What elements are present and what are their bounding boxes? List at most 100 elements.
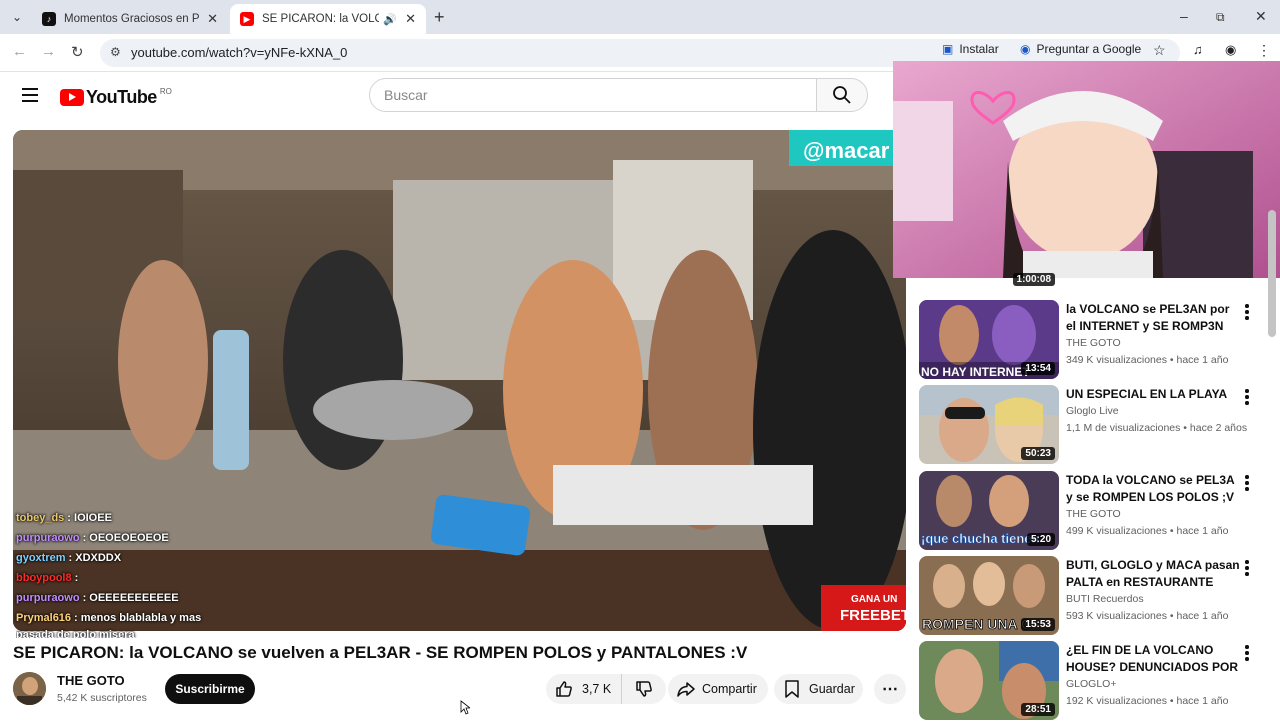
reload-icon[interactable]: ↻ [71, 43, 84, 61]
youtube-play-icon [60, 89, 84, 106]
audio-playing-icon[interactable]: 🔊 [383, 13, 397, 26]
more-options-icon[interactable] [1245, 304, 1249, 322]
video-meta: 349 K visualizaciones • hace 1 año [1066, 354, 1229, 366]
chat-line: Prymal616: menos blablabla y mas [16, 608, 201, 628]
media-control-icon[interactable]: ♫ [1193, 42, 1203, 57]
video-title-heading: SE PICARON: la VOLCANO se vuelven a PEL3… [13, 643, 748, 662]
duration-badge: 1:00:08 [1012, 273, 1055, 286]
duration-badge: 5:20 [1026, 533, 1055, 546]
share-button[interactable]: Compartir [668, 674, 768, 704]
chat-message: pasada de polo misera [16, 629, 135, 638]
dislike-button[interactable] [622, 674, 666, 704]
youtube-wordmark: YouTube [86, 87, 157, 107]
thumbnail-caption: NO HAY INTERNET [921, 365, 1030, 379]
video-thumbnail[interactable]: 50:23 [919, 385, 1059, 464]
video-title[interactable]: ¿EL FIN DE LA VOLCANO HOUSE? DENUNCIADOS… [1066, 642, 1242, 676]
ask-google-button[interactable]: ◉ Preguntar a Google [1020, 42, 1141, 56]
thumbnail-caption: ROMPEN UNA C [922, 616, 1031, 632]
chat-line: purpuraowo: OEEEEEEEEEEE [16, 588, 201, 608]
restore-icon[interactable]: ⧉ [1216, 10, 1225, 25]
hamburger-menu-icon[interactable] [22, 88, 38, 106]
video-thumbnail[interactable]: ROMPEN UNA C 15:53 [919, 556, 1059, 635]
chat-message: : OEOEOEOEOE [82, 532, 169, 544]
video-meta: 1,1 M de visualizaciones • hace 2 años [1066, 422, 1248, 434]
save-label: Guardar [809, 682, 855, 696]
channel-name[interactable]: Gloglo Live [1066, 405, 1119, 417]
channel-name[interactable]: BUTI Recuerdos [1066, 593, 1144, 605]
bookmark-star-icon[interactable]: ☆ [1153, 42, 1166, 59]
video-title[interactable]: TODA la VOLCANO se PEL3A y se ROMPEN LOS… [1066, 472, 1242, 506]
channel-name[interactable]: THE GOTO [1066, 337, 1121, 349]
search-icon [833, 86, 851, 104]
chat-line: gyoxtrem: XDXDDX [16, 548, 201, 568]
share-label: Compartir [702, 682, 757, 696]
video-title[interactable]: la VOLCANO se PEL3AN por el INTERNET y S… [1066, 301, 1242, 335]
minimize-icon[interactable]: – [1180, 8, 1188, 24]
channel-name[interactable]: THE GOTO [57, 673, 125, 688]
browser-menu-icon[interactable]: ⋮ [1257, 42, 1271, 59]
thumbs-up-icon [556, 681, 572, 697]
chat-message: : menos blablabla y mas [74, 612, 202, 624]
profile-icon[interactable]: ◉ [1225, 42, 1236, 58]
back-icon[interactable]: ← [12, 43, 27, 60]
url-text[interactable]: youtube.com/watch?v=yNFe-kXNA_0 [131, 45, 347, 60]
channel-name[interactable]: THE GOTO [1066, 508, 1121, 520]
like-count: 3,7 K [582, 682, 612, 696]
tab-title: Momentos Graciosos en Perú: P [64, 13, 200, 25]
save-button[interactable]: Guardar [774, 674, 863, 704]
promo-line2: FREEBET [840, 607, 906, 624]
video-meta: 499 K visualizaciones • hace 1 año [1066, 525, 1229, 537]
video-title[interactable]: BUTI, GLOGLO y MACA pasan PALTA en RESTA… [1066, 557, 1242, 591]
search-input[interactable]: Buscar [369, 78, 817, 112]
video-thumbnail[interactable]: 1:00:08 [919, 198, 1059, 292]
close-window-icon[interactable]: ✕ [1255, 8, 1267, 25]
duration-badge: 28:51 [1021, 703, 1055, 716]
duration-badge: 15:53 [1021, 618, 1055, 631]
video-thumbnail[interactable]: ¡que chucha tienen 5:20 [919, 471, 1059, 550]
chat-line: purpuraowo: OEOEOEOEOE [16, 528, 201, 548]
video-meta: 593 K visualizaciones • hace 1 año [1066, 610, 1229, 622]
more-actions-button[interactable]: ⋯ [874, 674, 906, 704]
more-options-icon[interactable] [1245, 389, 1249, 407]
browser-tab-youtube[interactable]: ▶ SE PICARON: la VOLCANO s 🔊 ✕ [230, 4, 426, 34]
channel-name[interactable]: GLOGLO+ [1066, 678, 1116, 690]
page-scrollbar[interactable] [1268, 210, 1276, 337]
search-button[interactable] [816, 78, 868, 112]
video-title[interactable]: UN ESPECIAL EN LA PLAYA [1066, 386, 1242, 403]
more-options-icon[interactable] [1245, 645, 1249, 663]
subscribe-button[interactable]: Suscribirme [165, 674, 255, 704]
new-tab-button[interactable]: + [434, 7, 445, 28]
list-item[interactable]: NO HAY INTERNET 13:54 la VOLCANO se PEL3… [919, 300, 1265, 380]
list-item[interactable]: ROMPEN UNA C 15:53 BUTI, GLOGLO y MACA p… [919, 556, 1265, 636]
more-options-icon[interactable] [1245, 475, 1249, 493]
channel-avatar[interactable] [13, 672, 46, 705]
tab-search-chevron-icon[interactable]: ⌄ [6, 6, 28, 28]
list-item[interactable]: ¡que chucha tienen 5:20 TODA la VOLCANO … [919, 471, 1265, 551]
video-thumbnail[interactable]: 28:51 [919, 641, 1059, 720]
stream-chat-overlay: tobey_ds: IOIOEE purpuraowo: OEOEOEOEOE … [16, 508, 201, 638]
chat-line: pasada de polo misera [16, 628, 201, 638]
like-button[interactable]: 3,7 K [546, 674, 622, 704]
thumbnail-caption: ¡que chucha tienen [921, 531, 1040, 546]
chat-user: tobey_ds [16, 512, 65, 524]
list-item[interactable]: 28:51 ¿EL FIN DE LA VOLCANO HOUSE? DENUN… [919, 641, 1265, 721]
youtube-icon: ▶ [240, 12, 254, 26]
video-thumbnail[interactable]: NO HAY INTERNET 13:54 [919, 300, 1059, 379]
tab-title: SE PICARON: la VOLCANO s [262, 13, 380, 25]
close-tab-icon[interactable]: ✕ [405, 11, 416, 27]
forward-icon[interactable]: → [41, 43, 56, 60]
list-item[interactable]: 1:00:08 [919, 198, 1265, 294]
bookmark-icon [785, 680, 799, 698]
youtube-logo[interactable]: YouTube RO [60, 87, 172, 108]
site-info-icon[interactable]: ⚙ [110, 45, 121, 59]
chat-message: : IOIOEE [67, 512, 112, 524]
more-horizontal-icon: ⋯ [882, 681, 898, 698]
list-item[interactable]: 50:23 UN ESPECIAL EN LA PLAYA Gloglo Liv… [919, 385, 1265, 465]
promo-line1: GANA UN [851, 594, 897, 605]
more-options-icon[interactable] [1245, 560, 1249, 578]
browser-tab-tiktok[interactable]: ♪ Momentos Graciosos en Perú: P ✕ [32, 4, 228, 34]
install-app-button[interactable]: ▣ Instalar [942, 42, 999, 56]
video-meta: 192 K visualizaciones • hace 1 año [1066, 695, 1229, 707]
duration-badge: 50:23 [1021, 447, 1055, 460]
close-tab-icon[interactable]: ✕ [207, 11, 218, 27]
